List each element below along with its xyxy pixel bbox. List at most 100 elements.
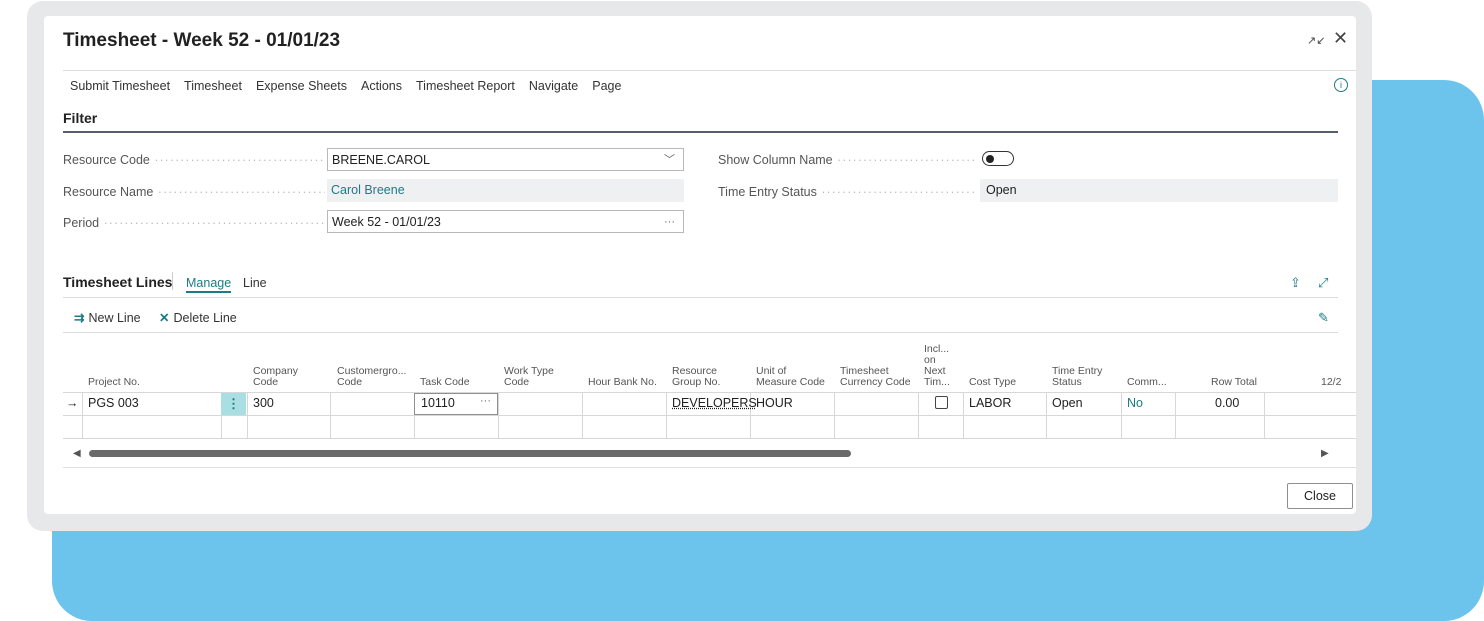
column-header-text: Code — [504, 376, 530, 388]
show-column-name-toggle[interactable] — [982, 151, 1014, 166]
cell-unit-of-measure[interactable]: HOUR — [756, 396, 793, 410]
toolbar-divider — [63, 332, 1338, 333]
new-line-button[interactable]: ⇉ New Line — [74, 310, 141, 325]
action-expense-sheets[interactable]: Expense Sheets — [256, 79, 347, 93]
task-code-input[interactable]: 10110 ··· — [414, 393, 498, 415]
resource-code-label: Resource Code — [63, 153, 325, 167]
action-submit-timesheet[interactable]: Submit Timesheet — [70, 79, 170, 93]
column-header-text: Code — [337, 376, 363, 388]
column-header-text: Group No. — [672, 376, 721, 388]
cell-comments[interactable]: No — [1127, 396, 1143, 410]
footer-divider — [63, 467, 1356, 468]
column-header[interactable]: Timesheet Currency Code — [840, 366, 911, 388]
column-divider — [498, 392, 499, 438]
resource-code-field[interactable]: BREENE.CAROL ﹀ — [327, 148, 684, 171]
timesheet-lines-heading: Timesheet Lines — [63, 274, 173, 290]
column-header-text: Cost Type — [969, 376, 1017, 388]
action-bar: Submit Timesheet Timesheet Expense Sheet… — [70, 79, 621, 93]
time-entry-status-label: Time Entry Status — [718, 185, 976, 199]
chevron-down-icon[interactable]: ﹀ — [664, 149, 675, 172]
lines-divider — [63, 297, 1338, 298]
show-column-name-label: Show Column Name — [718, 153, 976, 167]
lines-heading-separator — [172, 272, 173, 290]
period-field[interactable]: Week 52 - 01/01/23 ··· — [327, 210, 684, 233]
row-menu-icon[interactable]: ⋮ — [221, 393, 246, 415]
column-header[interactable]: Unit of Measure Code — [756, 366, 825, 388]
column-header[interactable]: Task Code — [420, 377, 470, 388]
column-header[interactable]: Hour Bank No. — [588, 377, 657, 388]
filter-divider — [63, 131, 1338, 133]
action-timesheet-report[interactable]: Timesheet Report — [416, 79, 515, 93]
column-divider — [1046, 392, 1047, 438]
action-timesheet[interactable]: Timesheet — [184, 79, 242, 93]
include-next-timesheet-checkbox[interactable] — [935, 396, 948, 409]
cell-resource-group-no[interactable]: DEVELOPERS — [672, 396, 757, 410]
column-header[interactable]: Resource Group No. — [672, 366, 720, 388]
new-line-label: New Line — [88, 311, 141, 325]
column-divider — [918, 392, 919, 438]
cell-cost-type[interactable]: LABOR — [969, 396, 1011, 410]
column-header[interactable]: Company Code — [253, 366, 298, 388]
column-header[interactable]: Project No. — [88, 377, 140, 388]
personalize-icon[interactable]: ✎ — [1318, 310, 1329, 326]
column-divider — [963, 392, 964, 438]
table-row-empty[interactable] — [63, 415, 1356, 438]
column-header[interactable]: Work Type Code — [504, 366, 554, 388]
column-header-text: Code — [253, 376, 279, 388]
column-header[interactable]: Incl... on Next Tim... — [924, 344, 950, 388]
cell-company-code[interactable]: 300 — [253, 396, 274, 410]
column-divider — [1264, 392, 1265, 438]
column-divider — [1175, 392, 1176, 438]
column-header[interactable]: Time Entry Status — [1052, 366, 1102, 388]
action-page[interactable]: Page — [592, 79, 621, 93]
column-divider — [834, 392, 835, 438]
cell-project-no[interactable]: PGS 003 — [88, 396, 139, 410]
column-header[interactable]: Cost Type — [969, 377, 1016, 388]
column-header-text: Hour Bank No. — [588, 376, 657, 388]
cell-time-entry-status[interactable]: Open — [1052, 396, 1083, 410]
horizontal-scrollbar[interactable]: ◀ ▶ — [63, 445, 1338, 461]
share-icon[interactable]: ⇪ — [1290, 275, 1301, 291]
column-divider — [330, 392, 331, 438]
task-code-lookup-icon[interactable]: ··· — [480, 395, 491, 407]
delete-line-icon: ✕ — [159, 311, 170, 325]
cell-task-code: 10110 — [421, 396, 455, 410]
new-line-icon: ⇉ — [74, 311, 85, 325]
resource-code-value: BREENE.CAROL — [332, 153, 430, 167]
column-header[interactable]: Comm... — [1127, 377, 1167, 388]
cell-row-total[interactable]: 0.00 — [1215, 396, 1239, 410]
resource-name-value: Carol Breene — [327, 179, 684, 202]
column-header-text: Status — [1052, 376, 1082, 388]
action-navigate[interactable]: Navigate — [529, 79, 578, 93]
resource-name-label: Resource Name — [63, 185, 325, 199]
column-header-text: Row Total — [1211, 376, 1257, 388]
column-header[interactable]: Customergro... Code — [337, 366, 406, 388]
delete-line-button[interactable]: ✕ Delete Line — [159, 310, 237, 325]
column-header-text: Task Code — [420, 376, 470, 388]
period-label: Period — [63, 216, 325, 230]
column-header[interactable]: Row Total — [1211, 377, 1257, 388]
column-header-text: Measure Code — [756, 376, 825, 388]
collapse-icon[interactable]: ↗↙ — [1307, 34, 1325, 47]
info-icon[interactable]: i — [1334, 78, 1348, 92]
close-button[interactable]: Close — [1287, 483, 1353, 509]
column-divider — [666, 392, 667, 438]
title-divider — [63, 70, 1356, 71]
timesheet-dialog: Timesheet - Week 52 - 01/01/23 ↗↙ ✕ Subm… — [44, 16, 1356, 514]
lookup-ellipsis-icon[interactable]: ··· — [664, 211, 675, 234]
scroll-left-icon[interactable]: ◀ — [73, 448, 81, 459]
tab-manage[interactable]: Manage — [186, 276, 232, 293]
close-icon[interactable]: ✕ — [1333, 28, 1348, 49]
expand-icon[interactable]: ⤢ — [1318, 275, 1328, 291]
column-header-text: 12/2 — [1321, 376, 1342, 388]
timesheet-lines-grid: Project No. Company Code Customergro... Code… — [63, 334, 1356, 440]
scrollbar-thumb[interactable] — [89, 450, 851, 457]
column-divider — [582, 392, 583, 438]
action-actions[interactable]: Actions — [361, 79, 402, 93]
page-title: Timesheet - Week 52 - 01/01/23 — [63, 30, 341, 51]
column-header-text: Project No. — [88, 376, 140, 388]
column-header[interactable]: 12/2 — [1321, 377, 1341, 388]
tab-line[interactable]: Line — [243, 276, 267, 290]
delete-line-label: Delete Line — [173, 311, 237, 325]
scroll-right-icon[interactable]: ▶ — [1321, 448, 1329, 459]
